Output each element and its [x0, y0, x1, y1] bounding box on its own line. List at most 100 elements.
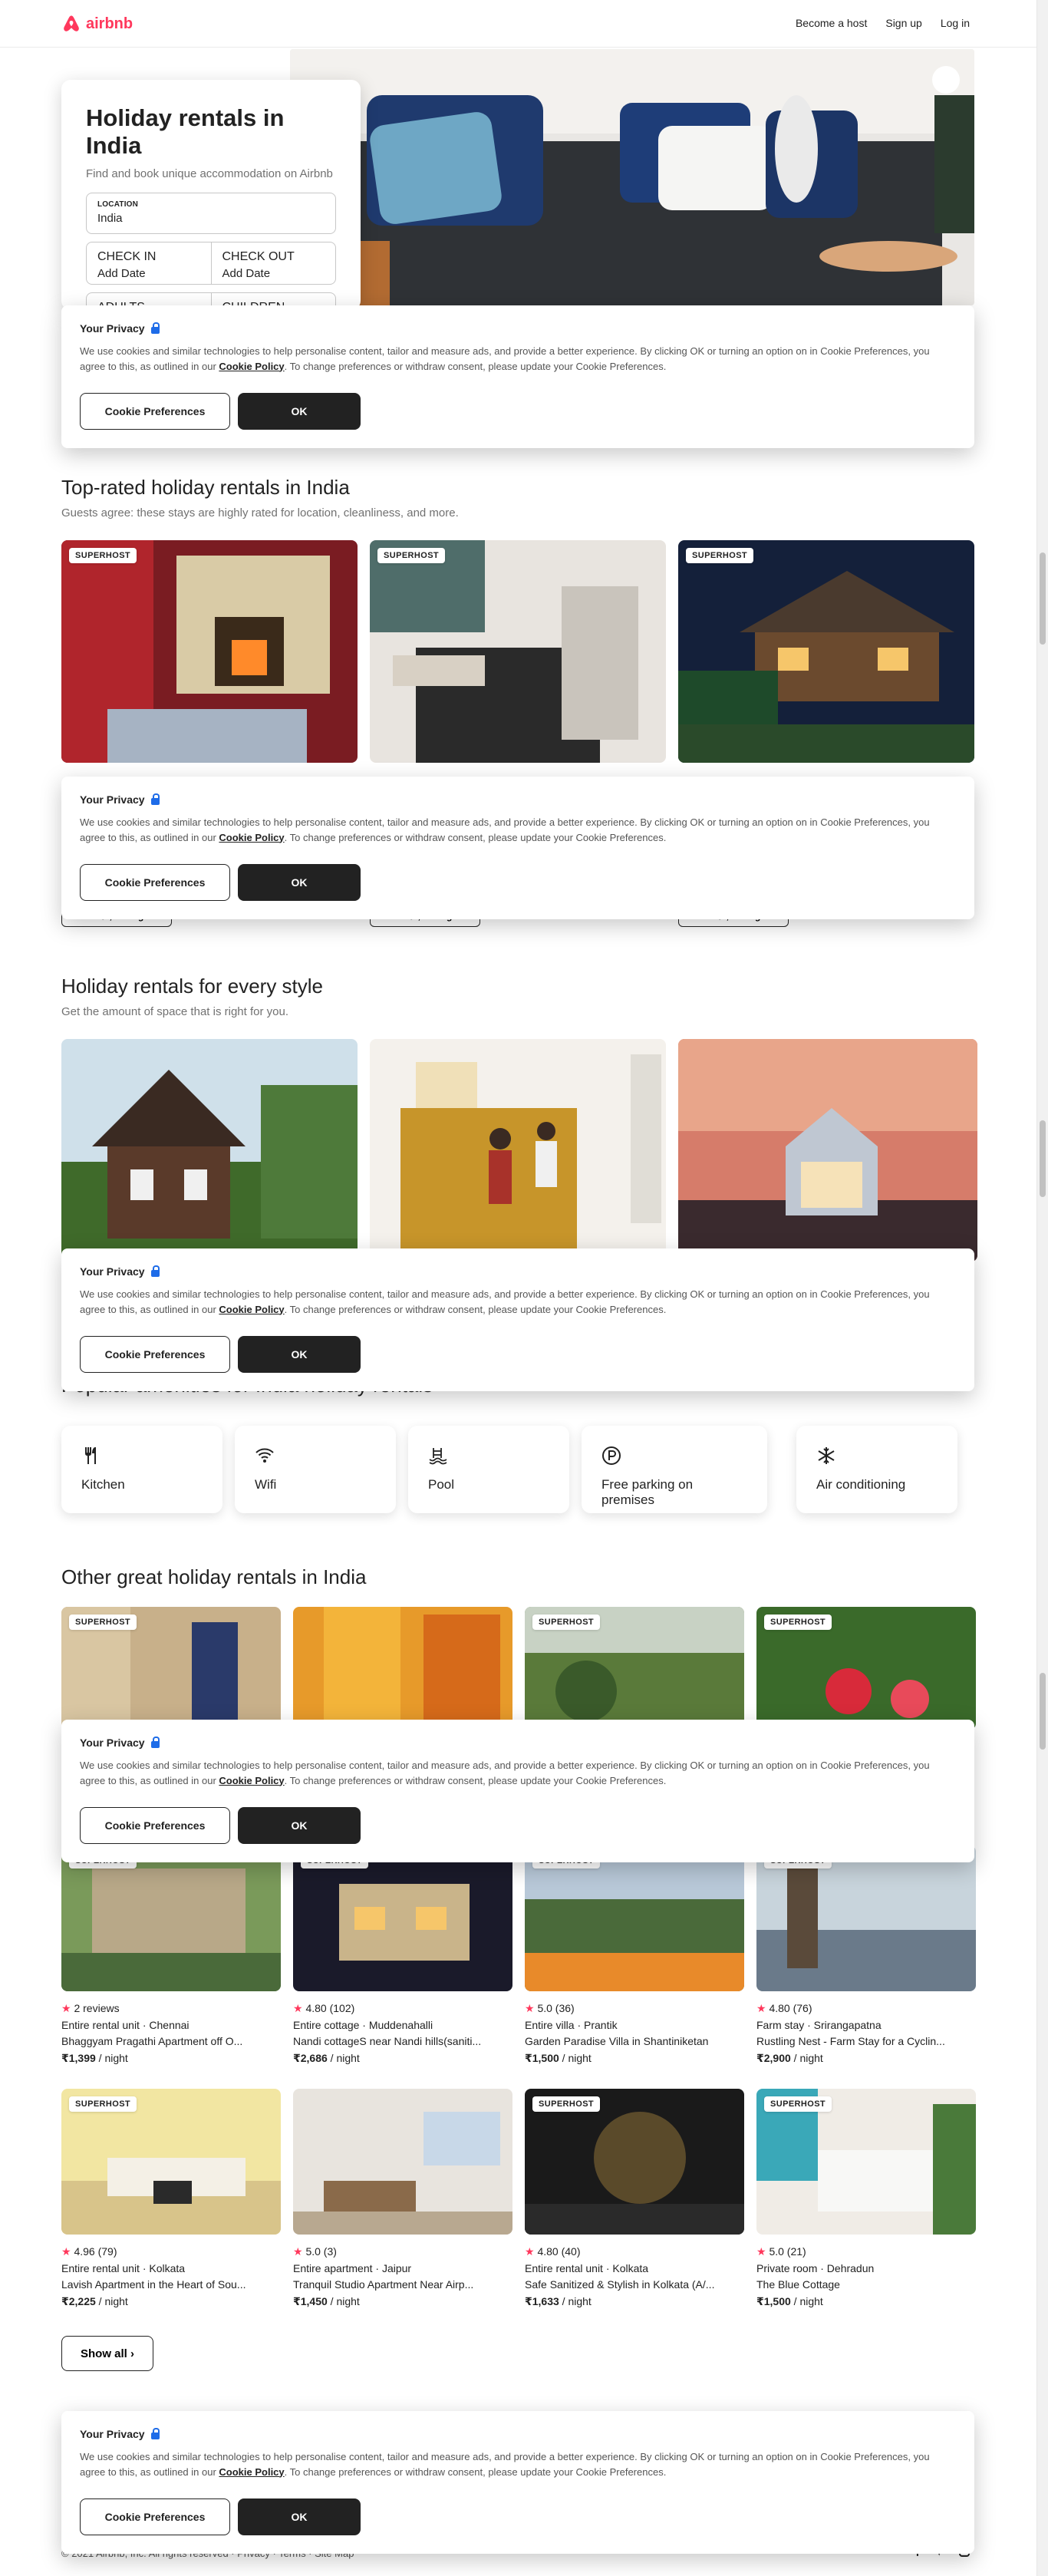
amenity-wifi[interactable]: Wifi — [235, 1426, 396, 1513]
cookie-preferences-button[interactable]: Cookie Preferences — [80, 1336, 230, 1373]
airbnb-logo[interactable]: airbnb — [61, 14, 133, 34]
ok-button[interactable]: OK — [238, 864, 361, 901]
privacy-banner: Your Privacy We use cookies and similar … — [61, 305, 974, 448]
top-rated-card-1[interactable]: SUPERHOST — [61, 540, 358, 763]
cookie-preferences-button[interactable]: Cookie Preferences — [80, 2498, 230, 2535]
sign-up-link[interactable]: Sign up — [885, 17, 921, 29]
listing-type: Entire apartment · Jaipur — [293, 2261, 412, 2274]
listing-rating: 4.80 (102) — [305, 2002, 355, 2014]
cookie-preferences-button[interactable]: Cookie Preferences — [80, 393, 230, 430]
listing-per-night: / night — [790, 2052, 823, 2065]
checkin-placeholder: Add Date — [97, 266, 146, 280]
listing-price: ₹1,633 — [525, 2295, 559, 2308]
listing-per-night: / night — [95, 2052, 128, 2065]
listing-image: SUPERHOST — [756, 1845, 976, 1991]
top-rated-card-3[interactable]: SUPERHOST — [678, 540, 974, 763]
listing-image — [293, 2089, 512, 2235]
top-rated-card-2[interactable]: SUPERHOST — [370, 540, 666, 763]
superhost-badge: SUPERHOST — [532, 2096, 601, 2112]
cookie-preferences-button[interactable]: Cookie Preferences — [80, 1807, 230, 1844]
listing-rating: 4.80 (40) — [537, 2245, 581, 2258]
amenity-air-conditioning[interactable]: Air conditioning — [796, 1426, 957, 1513]
checkout-label: CHECK OUT — [222, 249, 295, 263]
listing-price: ₹1,500 — [525, 2052, 559, 2065]
checkout-field[interactable]: CHECK OUT Add Date — [210, 242, 336, 284]
amenity-parking[interactable]: Free parking on premises — [582, 1426, 767, 1513]
amenity-kitchen[interactable]: Kitchen — [61, 1426, 222, 1513]
listing-image-top-4[interactable]: SUPERHOST — [756, 1607, 976, 1730]
style-card-hotel[interactable] — [370, 1039, 666, 1262]
superhost-badge: SUPERHOST — [377, 548, 446, 563]
scrollbar[interactable] — [1036, 0, 1048, 2576]
superhost-badge: SUPERHOST — [764, 2096, 832, 2112]
listing-image-top-2[interactable] — [293, 1607, 512, 1730]
superhost-badge: SUPERHOST — [764, 1615, 832, 1630]
star-icon: ★ — [756, 2002, 766, 2014]
location-field[interactable]: LOCATION India — [86, 192, 336, 234]
style-card-unique[interactable] — [678, 1039, 977, 1262]
listing-name: Safe Sanitized & Stylish in Kolkata (A/.… — [525, 2278, 715, 2291]
listing-image: SUPERHOST — [525, 2089, 744, 2235]
superhost-badge: SUPERHOST — [69, 548, 137, 563]
listing-type: Entire villa · Prantik — [525, 2018, 618, 2031]
listing-name: The Blue Cottage — [756, 2278, 840, 2291]
listing-name: Garden Paradise Villa in Shantiniketan — [525, 2035, 709, 2048]
lock-icon — [150, 2427, 160, 2439]
listing-card-7[interactable]: SUPERHOST ★ 4.80 (40) Entire rental unit… — [525, 2089, 744, 2310]
cookie-policy-link[interactable]: Cookie Policy — [219, 1304, 284, 1315]
listing-card-5[interactable]: SUPERHOST ★ 4.96 (79) Entire rental unit… — [61, 2089, 281, 2310]
ok-button[interactable]: OK — [238, 393, 361, 430]
cookie-policy-link[interactable]: Cookie Policy — [219, 361, 284, 372]
listing-card-8[interactable]: SUPERHOST ★ 5.0 (21) Private room · Dehr… — [756, 2089, 976, 2310]
listing-rating: 4.96 (79) — [74, 2245, 117, 2258]
listing-name: Bhaggyam Pragathi Apartment off O... — [61, 2035, 243, 2048]
top-rated-title: Top-rated holiday rentals in India — [61, 476, 350, 499]
show-all-button[interactable]: Show all › — [61, 2336, 153, 2371]
listing-per-night: / night — [327, 2295, 360, 2308]
listing-card-3[interactable]: SUPERHOST ★ 5.0 (36) Entire villa · Pran… — [525, 1845, 744, 2067]
listing-rating: 5.0 (3) — [305, 2245, 337, 2258]
listing-card-6[interactable]: ★ 5.0 (3) Entire apartment · Jaipur Tran… — [293, 2089, 512, 2310]
listing-type: Farm stay · Srirangapatna — [756, 2018, 882, 2031]
scrollbar-thumb[interactable] — [1040, 552, 1046, 645]
superhost-badge: SUPERHOST — [69, 2096, 137, 2112]
style-card-cottage[interactable] — [61, 1039, 358, 1262]
star-icon: ★ — [525, 2002, 535, 2014]
ok-button[interactable]: OK — [238, 1336, 361, 1373]
listing-image: SUPERHOST — [756, 2089, 976, 2235]
listing-name: Lavish Apartment in the Heart of Sou... — [61, 2278, 246, 2291]
ok-button[interactable]: OK — [238, 2498, 361, 2535]
parking-icon — [602, 1446, 621, 1465]
listing-type: Entire rental unit · Kolkata — [525, 2261, 649, 2274]
cookie-policy-link[interactable]: Cookie Policy — [219, 1775, 284, 1786]
listing-image: SUPERHOST — [61, 1845, 281, 1991]
listing-card-2[interactable]: SUPERHOST ★ 4.80 (102) Entire cottage · … — [293, 1845, 512, 2067]
cookie-preferences-button[interactable]: Cookie Preferences — [80, 864, 230, 901]
wifi-icon — [255, 1448, 274, 1463]
cookie-policy-link[interactable]: Cookie Policy — [219, 2466, 284, 2478]
listing-price: ₹1,500 — [756, 2295, 791, 2308]
listing-card-4[interactable]: SUPERHOST ★ 4.80 (76) Farm stay · Sriran… — [756, 1845, 976, 2067]
scrollbar-thumb[interactable] — [1040, 1120, 1046, 1197]
listing-image: SUPERHOST — [525, 1845, 744, 1991]
become-host-link[interactable]: Become a host — [796, 17, 867, 29]
location-value: India — [97, 211, 123, 225]
superhost-badge: SUPERHOST — [686, 548, 754, 563]
other-rentals-title: Other great holiday rentals in India — [61, 1565, 367, 1588]
listing-price: ₹2,900 — [756, 2052, 791, 2065]
amenity-pool[interactable]: Pool — [408, 1426, 569, 1513]
listing-card-1[interactable]: SUPERHOST ★ 2 reviews Entire rental unit… — [61, 1845, 281, 2067]
listing-name: Nandi cottageS near Nandi hills(saniti..… — [293, 2035, 482, 2048]
log-in-link[interactable]: Log in — [941, 17, 970, 29]
scrollbar-thumb[interactable] — [1040, 1673, 1046, 1750]
chevron-right-icon: › — [130, 2347, 134, 2360]
listing-price: ₹1,450 — [293, 2295, 328, 2308]
cookie-policy-link[interactable]: Cookie Policy — [219, 832, 284, 843]
star-icon: ★ — [61, 2245, 71, 2258]
listing-image-top-1[interactable]: SUPERHOST — [61, 1607, 281, 1730]
ok-button[interactable]: OK — [238, 1807, 361, 1844]
listing-image-top-3[interactable]: SUPERHOST — [525, 1607, 744, 1730]
listing-type: Entire rental unit · Chennai — [61, 2018, 189, 2031]
checkin-field[interactable]: CHECK IN Add Date — [87, 242, 211, 284]
privacy-title: Your Privacy — [80, 793, 956, 806]
